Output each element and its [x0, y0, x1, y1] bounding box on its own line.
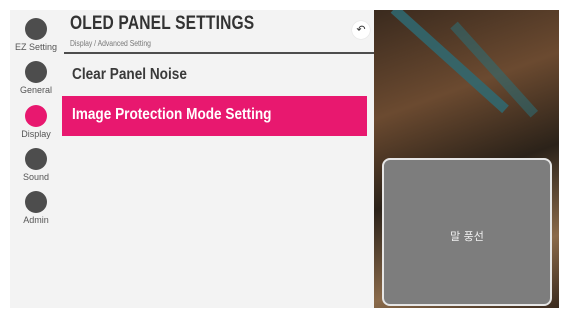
- menu-item-label: Image Protection Mode Setting: [72, 106, 272, 123]
- nav-item-label: Display: [21, 129, 51, 139]
- speech-bubble-popup: 말 풍선: [382, 158, 552, 306]
- nav-item-sound[interactable]: Sound: [10, 148, 62, 182]
- nav-item-display[interactable]: Display: [10, 105, 62, 139]
- menu-item-clear-panel-noise[interactable]: Clear Panel Noise: [62, 56, 367, 96]
- admin-icon: [25, 191, 47, 213]
- nav-item-label: General: [19, 85, 53, 95]
- nav-item-general[interactable]: General: [10, 61, 62, 95]
- nav-item-label: EZ Setting: [14, 42, 58, 52]
- display-icon: [25, 105, 47, 127]
- nav-item-label: Admin: [23, 215, 49, 225]
- speech-bubble-text: 말 풍선: [450, 230, 484, 243]
- general-icon: [25, 61, 47, 83]
- nav-item-ez-setting[interactable]: EZ Setting: [10, 18, 62, 52]
- tv-screen: EZ Setting General Display Sound Admin O…: [10, 10, 559, 308]
- header-divider: [64, 52, 374, 54]
- settings-panel: EZ Setting General Display Sound Admin O…: [10, 10, 374, 308]
- breadcrumb: Display / Advanced Setting: [70, 39, 151, 48]
- page-title: OLED PANEL SETTINGS: [70, 13, 255, 34]
- sound-icon: [25, 148, 47, 170]
- background-preview: 말 풍선: [374, 10, 559, 308]
- back-button[interactable]: ↶: [352, 21, 370, 39]
- ez-setting-icon: [25, 18, 47, 40]
- menu-item-image-protection-mode[interactable]: Image Protection Mode Setting: [62, 96, 367, 136]
- menu-item-label: Clear Panel Noise: [72, 66, 187, 83]
- nav-item-admin[interactable]: Admin: [10, 191, 62, 225]
- back-icon: ↶: [356, 24, 366, 36]
- category-nav: EZ Setting General Display Sound Admin: [10, 10, 62, 308]
- settings-content: OLED PANEL SETTINGS Display / Advanced S…: [62, 10, 374, 308]
- nav-item-label: Sound: [22, 172, 50, 182]
